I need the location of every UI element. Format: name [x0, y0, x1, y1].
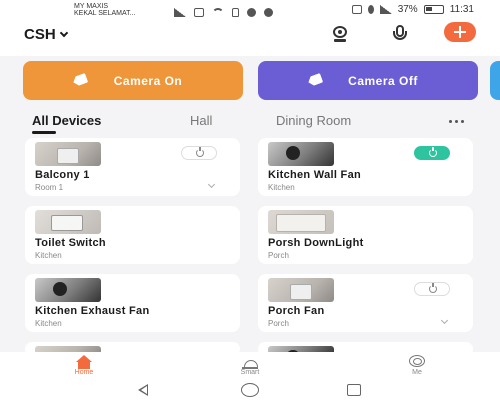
nav-label: Home: [74, 369, 94, 376]
carrier-info: MY MAXIS KEKAL SELAMAT...: [74, 3, 135, 17]
wifi-icon: [212, 8, 224, 20]
device-image: [35, 142, 101, 166]
device-image: [35, 210, 101, 234]
nav-me[interactable]: Me: [387, 354, 447, 376]
device-image: [268, 142, 334, 166]
device-card-porch-fan[interactable]: Porch Fan Porch: [258, 274, 473, 332]
tab-all-devices[interactable]: All Devices: [32, 113, 101, 128]
sun-icon: [242, 356, 258, 369]
add-device-button[interactable]: [444, 22, 476, 42]
device-room: Porch: [268, 319, 289, 328]
tab-dining-room[interactable]: Dining Room: [276, 113, 351, 128]
home-selector[interactable]: CSH: [24, 26, 68, 43]
nfc-icon: [351, 5, 362, 14]
device-room: Room 1: [35, 183, 64, 192]
nav-home[interactable]: Home: [54, 354, 114, 376]
device-card-kitchen-wall-fan[interactable]: Kitchen Wall Fan Kitchen: [258, 138, 473, 196]
device-room: Kitchen: [268, 183, 295, 192]
recents-icon[interactable]: [347, 384, 361, 396]
home-name: CSH: [24, 26, 56, 43]
clock: 11:31: [449, 4, 474, 15]
scene-camera-on-button[interactable]: Camera On: [23, 61, 243, 100]
device-card-porsh-downlight[interactable]: Porsh DownLight Porch: [258, 206, 473, 264]
chevron-down-icon[interactable]: [440, 316, 449, 325]
signal-icon: [174, 7, 186, 17]
device-card-balcony-1[interactable]: Balcony 1 Room 1: [25, 138, 240, 196]
back-icon[interactable]: [138, 384, 148, 396]
scene-label: Camera On: [113, 73, 183, 88]
home-circle-icon[interactable]: [241, 383, 259, 397]
system-nav-bar: [0, 380, 500, 400]
bottom-nav: Home Smart Me: [0, 352, 500, 380]
carrier-subtext: KEKAL SELAMAT...: [74, 10, 136, 17]
power-icon: [429, 147, 437, 157]
scene-label: Camera Off: [348, 73, 418, 88]
lock-icon: [232, 7, 239, 17]
bluetooth-icon: [367, 5, 374, 14]
tag-icon: [72, 73, 89, 87]
notification-icons: [174, 4, 273, 20]
active-tab-indicator: [32, 131, 56, 134]
carrier-name: MY MAXIS: [74, 3, 109, 10]
chevron-down-icon[interactable]: [207, 180, 216, 189]
cell-signal-icon: [379, 5, 392, 14]
system-status: 37% 11:31: [351, 4, 474, 15]
whatsapp-icon: [247, 7, 256, 17]
status-bar: MY MAXIS KEKAL SELAMAT... 37% 11:31: [0, 0, 500, 20]
nav-smart[interactable]: Smart: [220, 354, 280, 376]
scene-camera-off-button[interactable]: Camera Off: [258, 61, 478, 100]
nav-label: Me: [412, 369, 422, 376]
device-card-toilet-switch[interactable]: Toilet Switch Kitchen: [25, 206, 240, 264]
device-name: Toilet Switch: [35, 237, 106, 249]
device-name: Balcony 1: [35, 169, 90, 181]
camera-icon[interactable]: [330, 24, 350, 44]
battery-icon: [423, 5, 444, 14]
more-icon[interactable]: [449, 120, 464, 123]
nav-label: Smart: [240, 369, 260, 376]
device-name: Kitchen Exhaust Fan: [35, 305, 150, 317]
room-tabs: All Devices Hall Dining Room: [0, 110, 500, 134]
device-card-kitchen-exhaust-fan[interactable]: Kitchen Exhaust Fan Kitchen: [25, 274, 240, 332]
tag-icon: [307, 73, 324, 87]
tab-hall[interactable]: Hall: [190, 113, 212, 128]
power-toggle-button[interactable]: [414, 282, 450, 296]
scene-next-button[interactable]: [490, 61, 500, 100]
device-image: [268, 278, 334, 302]
device-name: Porch Fan: [268, 305, 325, 317]
device-room: Kitchen: [35, 251, 62, 260]
power-icon: [196, 147, 204, 157]
chat-icon: [264, 7, 273, 17]
app-header: CSH: [0, 20, 500, 56]
home-icon: [75, 355, 93, 369]
power-icon: [429, 283, 437, 293]
device-room: Porch: [268, 251, 289, 260]
device-image: [35, 278, 101, 302]
battery-percent: 37%: [397, 4, 418, 15]
device-name: Porsh DownLight: [268, 237, 364, 249]
device-room: Kitchen: [35, 319, 62, 328]
power-toggle-button[interactable]: [414, 146, 450, 160]
profile-icon: [409, 355, 425, 367]
chevron-down-icon: [59, 28, 68, 37]
device-name: Kitchen Wall Fan: [268, 169, 362, 181]
power-toggle-button[interactable]: [181, 146, 217, 160]
image-icon: [194, 7, 204, 17]
device-image: [268, 210, 334, 234]
microphone-icon[interactable]: [390, 24, 410, 44]
